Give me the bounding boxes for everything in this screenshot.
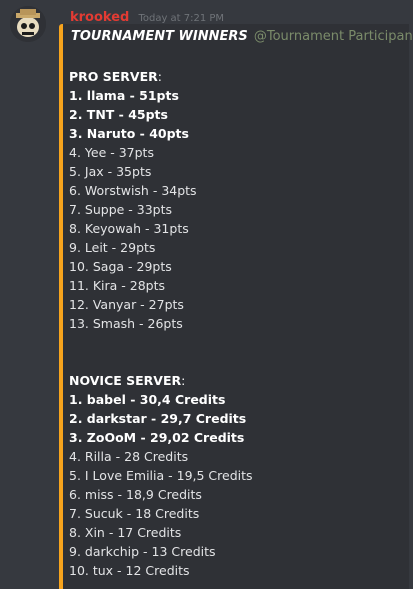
username[interactable]: krooked (70, 10, 129, 25)
embed-title: TOURNAMENT WINNERS @Tournament Participa… (71, 29, 413, 45)
list-item: 2. darkstar - 29,7 Credits (69, 411, 247, 426)
list-item: 13. Smash - 26pts (69, 316, 183, 331)
chat-message: krooked Today at 7:21 PM TOURNAMENT WINN… (0, 0, 413, 589)
section-title-colon: : (181, 373, 186, 388)
list-item: 7. Suppe - 33pts (69, 202, 173, 217)
list-item: 10. tux - 12 Credits (69, 563, 190, 578)
user-avatar-icon[interactable] (10, 6, 46, 42)
novice-server-section: NOVICE SERVER: 1. babel - 30,4 Credits 2.… (69, 371, 253, 580)
section-title-colon: : (157, 69, 162, 84)
list-item: 8. Xin - 17 Credits (69, 525, 182, 540)
list-item: 6. Worstwish - 34pts (69, 183, 197, 198)
role-mention[interactable]: @Tournament Participant (254, 29, 413, 44)
list-item: 1. babel - 30,4 Credits (69, 392, 226, 407)
list-item: 6. miss - 18,9 Credits (69, 487, 202, 502)
embed-title-text: TOURNAMENT WINNERS (71, 29, 248, 44)
list-item: 10. Saga - 29pts (69, 259, 172, 274)
list-item: 9. darkchip - 13 Credits (69, 544, 216, 559)
list-item: 12. Vanyar - 27pts (69, 297, 184, 312)
message-header: krooked Today at 7:21 PM (70, 6, 225, 25)
list-item: 5. Jax - 35pts (69, 164, 152, 179)
list-item: 4. Rilla - 28 Credits (69, 449, 189, 464)
list-item: 3. Naruto - 40pts (69, 126, 189, 141)
section-title-text: PRO SERVER (69, 69, 158, 84)
list-item: 2. TNT - 45pts (69, 107, 168, 122)
timestamp: Today at 7:21 PM (138, 13, 225, 24)
embed-card: TOURNAMENT WINNERS @Tournament Participa… (59, 24, 413, 589)
list-item: 5. I Love Emilia - 19,5 Credits (69, 468, 253, 483)
list-item: 8. Keyowah - 31pts (69, 221, 189, 236)
novice-server-list: 1. babel - 30,4 Credits 2. darkstar - 29,… (69, 390, 253, 580)
pro-server-list: 1. llama - 51pts 2. TNT - 45pts 3. Naruto … (69, 86, 197, 333)
section-title: PRO SERVER: (69, 67, 197, 86)
section-title: NOVICE SERVER: (69, 371, 253, 390)
section-title-text: NOVICE SERVER (69, 373, 182, 388)
list-item: 7. Sucuk - 18 Credits (69, 506, 200, 521)
list-item: 9. Leit - 29pts (69, 240, 156, 255)
list-item: 3. ZoOoM - 29,02 Credits (69, 430, 245, 445)
list-item: 1. llama - 51pts (69, 88, 179, 103)
list-item: 4. Yee - 37pts (69, 145, 154, 160)
pro-server-section: PRO SERVER: 1. llama - 51pts 2. TNT - 45p… (69, 67, 197, 333)
list-item: 11. Kira - 28pts (69, 278, 166, 293)
